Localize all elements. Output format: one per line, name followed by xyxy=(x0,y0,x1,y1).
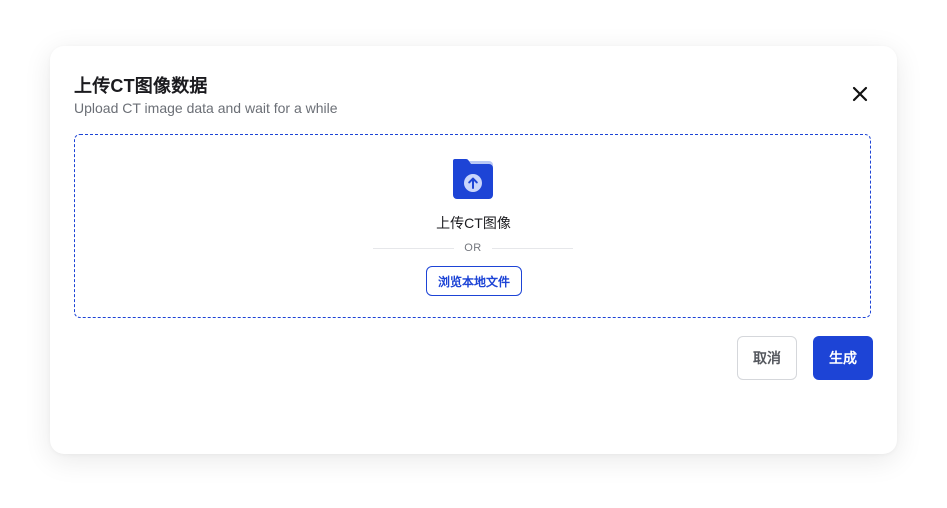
upload-dialog: 上传CT图像数据 Upload CT image data and wait f… xyxy=(50,46,897,454)
close-icon xyxy=(852,86,868,102)
browse-files-button[interactable]: 浏览本地文件 xyxy=(426,266,522,296)
page-backdrop: 上传CT图像数据 Upload CT image data and wait f… xyxy=(0,0,947,508)
dropzone-label: 上传CT图像 xyxy=(436,215,511,231)
file-dropzone[interactable]: 上传CT图像 OR 浏览本地文件 xyxy=(74,134,871,318)
folder-upload-icon xyxy=(453,159,493,199)
generate-button[interactable]: 生成 xyxy=(813,336,873,380)
or-divider: OR xyxy=(373,241,573,255)
dialog-title: 上传CT图像数据 xyxy=(74,76,208,96)
cancel-button[interactable]: 取消 xyxy=(737,336,797,380)
dialog-subtitle: Upload CT image data and wait for a whil… xyxy=(74,100,338,116)
divider-line-left xyxy=(373,247,455,249)
or-text: OR xyxy=(464,242,482,254)
close-button[interactable] xyxy=(848,82,872,106)
divider-line-right xyxy=(491,247,573,249)
